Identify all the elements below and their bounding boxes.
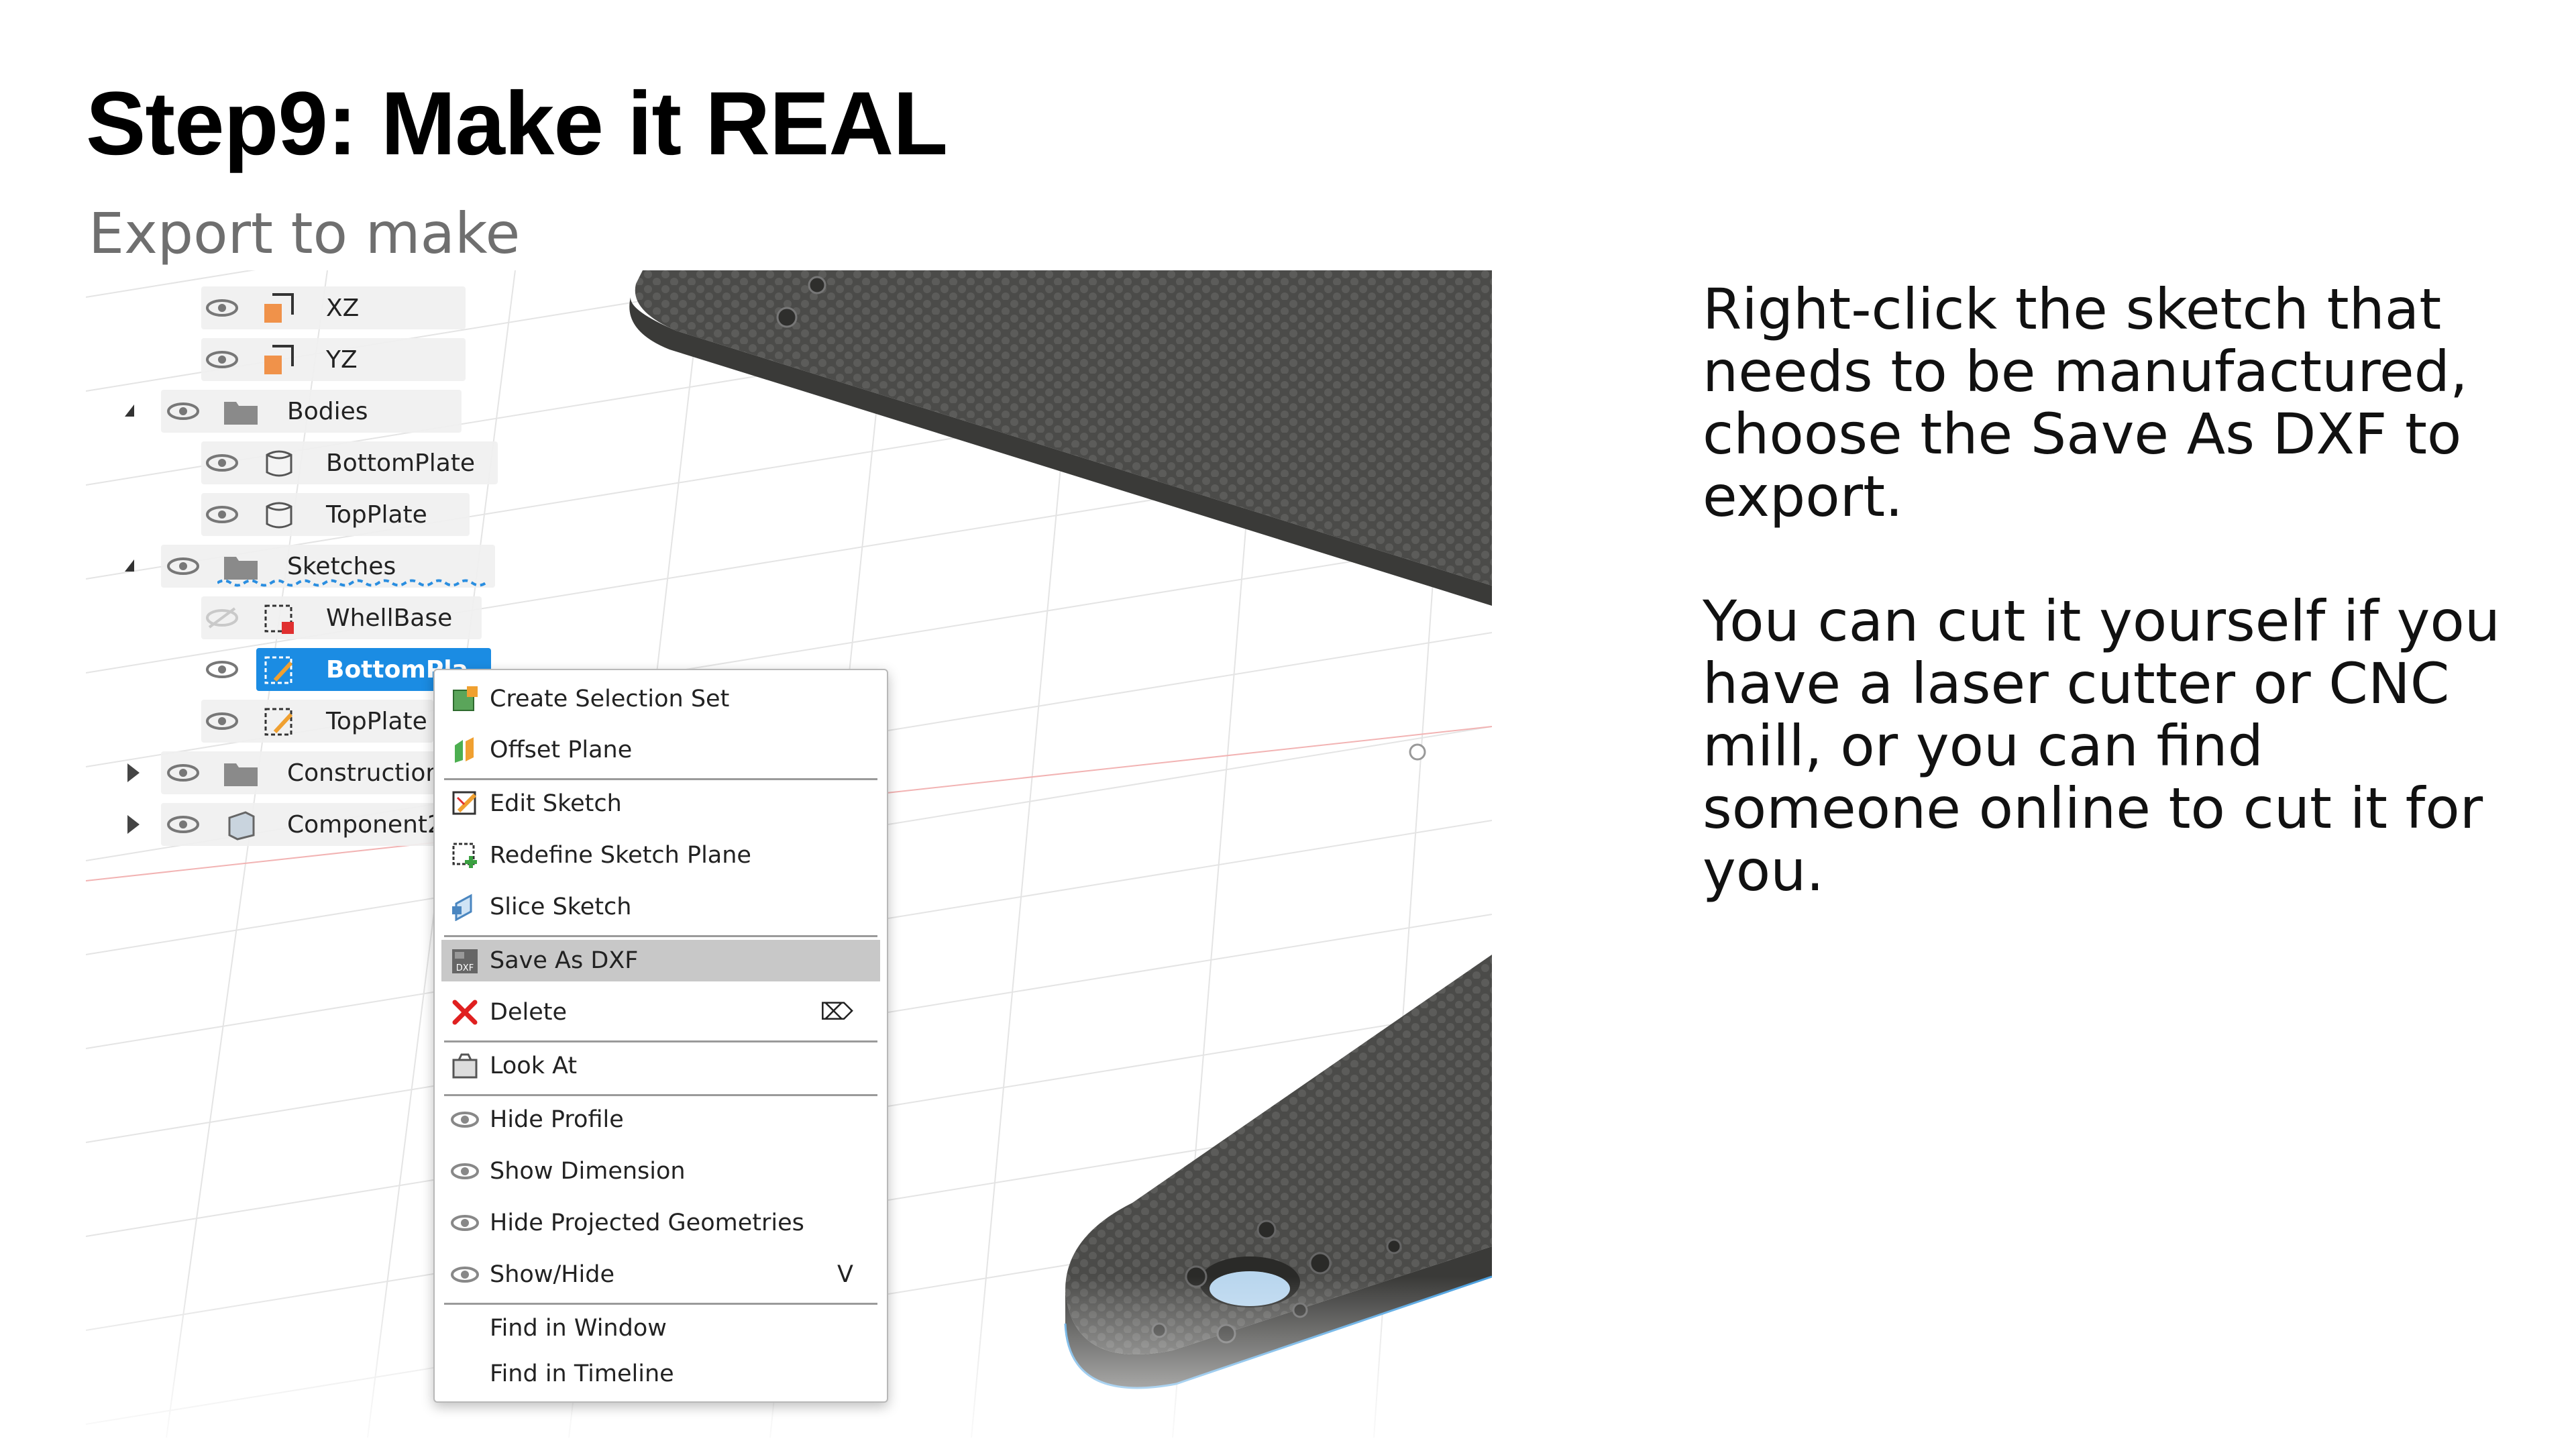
instruction-paragraph-2: You can cut it yourself if you have a la… xyxy=(1703,588,2501,904)
axis-point xyxy=(1409,743,1426,761)
menu-item-save-as-dxf[interactable]: DXF Save As DXF xyxy=(441,940,880,981)
collapse-triangle-icon[interactable] xyxy=(125,405,134,417)
menu-item-show-dimension[interactable]: Show Dimension xyxy=(441,1150,880,1192)
delete-icon xyxy=(452,1000,478,1025)
instruction-paragraph-1: Right-click the sketch that needs to be … xyxy=(1703,276,2468,529)
menu-item-offset-plane[interactable]: Offset Plane xyxy=(441,729,880,771)
menu-item-edit-sketch[interactable]: Edit Sketch xyxy=(441,783,880,824)
menu-item-find-in-timeline[interactable]: Find in Timeline xyxy=(441,1353,880,1395)
top-plate-model xyxy=(629,270,1492,606)
look-at-icon xyxy=(452,1053,478,1079)
eye-icon[interactable] xyxy=(205,660,239,679)
eye-icon xyxy=(451,1267,479,1283)
tree-item-label: XZ xyxy=(326,294,360,322)
menu-item-redefine-sketch-plane[interactable]: Redefine Sketch Plane xyxy=(441,835,880,876)
context-menu: Create Selection Set Offset Plane Edit S… xyxy=(433,669,888,1403)
tree-item-label: TopPlate xyxy=(326,707,427,735)
menu-item-show-hide[interactable]: Show/Hide V xyxy=(441,1254,880,1295)
eye-icon xyxy=(451,1215,479,1231)
slide-subtitle: Export to make xyxy=(89,201,521,266)
tree-item-label: Sketches xyxy=(287,552,396,580)
menu-item-find-in-window[interactable]: Find in Window xyxy=(441,1307,880,1349)
selection-set-icon xyxy=(453,686,478,711)
dxf-icon: DXF xyxy=(452,949,478,973)
folder-icon xyxy=(224,557,258,580)
edit-sketch-icon xyxy=(452,791,477,815)
folder-icon xyxy=(224,763,258,786)
eye-icon[interactable] xyxy=(205,712,239,731)
eye-icon[interactable] xyxy=(205,505,239,524)
tree-item-xz[interactable]: XZ xyxy=(86,286,555,329)
eye-hidden-icon[interactable] xyxy=(205,606,239,630)
body-icon xyxy=(266,502,292,529)
sketch-icon xyxy=(264,708,293,736)
menu-item-slice-sketch[interactable]: Slice Sketch xyxy=(441,886,880,928)
eye-icon[interactable] xyxy=(205,350,239,369)
sketch-icon xyxy=(264,656,293,684)
tree-item-body-topplate[interactable]: TopPlate xyxy=(86,493,555,536)
plane-icon xyxy=(264,345,294,374)
menu-separator xyxy=(444,935,877,937)
sketch-icon xyxy=(264,604,294,634)
menu-separator xyxy=(444,1094,877,1096)
slide-title: Step9: Make it REAL xyxy=(86,74,948,174)
menu-item-delete[interactable]: Delete ⌦ xyxy=(441,991,880,1033)
tree-item-label: Bodies xyxy=(287,397,368,425)
tree-item-label: BottomPlate xyxy=(326,449,476,477)
tree-item-body-bottomplate[interactable]: BottomPlate xyxy=(86,441,555,484)
tree-item-label: TopPlate xyxy=(326,500,427,529)
collapse-triangle-icon[interactable] xyxy=(125,559,134,572)
tree-item-label: YZ xyxy=(326,345,358,374)
menu-separator xyxy=(444,1040,877,1042)
tree-item-bodies[interactable]: Bodies xyxy=(86,390,555,433)
eye-icon[interactable] xyxy=(205,453,239,472)
fusion-screenshot: XZ YZ Bodies BottomPlate TopPlate Sketch… xyxy=(86,270,1492,1438)
instruction-text: Right-click the sketch that needs to be … xyxy=(1703,278,2534,965)
tree-item-sketch-whellbase[interactable]: WhellBase xyxy=(86,596,555,639)
eye-icon xyxy=(451,1112,479,1128)
eye-icon xyxy=(451,1163,479,1179)
eye-icon[interactable] xyxy=(166,402,200,421)
tree-item-label: WhellBase xyxy=(326,604,453,632)
eye-icon[interactable] xyxy=(205,299,239,317)
expand-triangle-icon[interactable] xyxy=(127,815,140,834)
folder-icon xyxy=(224,402,258,425)
shortcut-label: V xyxy=(837,1261,853,1288)
tree-item-label: Component2 xyxy=(287,810,443,839)
plane-icon xyxy=(264,293,294,323)
eye-icon[interactable] xyxy=(166,815,200,834)
offset-plane-icon xyxy=(455,737,474,763)
menu-item-hide-profile[interactable]: Hide Profile xyxy=(441,1099,880,1140)
delete-key-icon: ⌦ xyxy=(820,999,854,1026)
slice-icon xyxy=(452,894,472,921)
tree-item-yz[interactable]: YZ xyxy=(86,338,555,381)
tree-item-label: Construction xyxy=(287,759,441,787)
eye-icon[interactable] xyxy=(166,557,200,576)
menu-separator xyxy=(444,778,877,780)
body-icon xyxy=(266,450,292,477)
redefine-plane-icon xyxy=(452,843,477,868)
expand-triangle-icon[interactable] xyxy=(127,763,140,782)
menu-item-create-selection-set[interactable]: Create Selection Set xyxy=(441,678,880,720)
drag-indicator xyxy=(217,579,487,587)
menu-separator xyxy=(444,1303,877,1305)
eye-icon[interactable] xyxy=(166,763,200,782)
menu-item-look-at[interactable]: Look At xyxy=(441,1045,880,1087)
component-icon xyxy=(228,811,255,841)
tree-item-sketches[interactable]: Sketches xyxy=(86,545,555,588)
svg-text:DXF: DXF xyxy=(456,963,474,973)
menu-item-hide-projected-geometries[interactable]: Hide Projected Geometries xyxy=(441,1202,880,1244)
